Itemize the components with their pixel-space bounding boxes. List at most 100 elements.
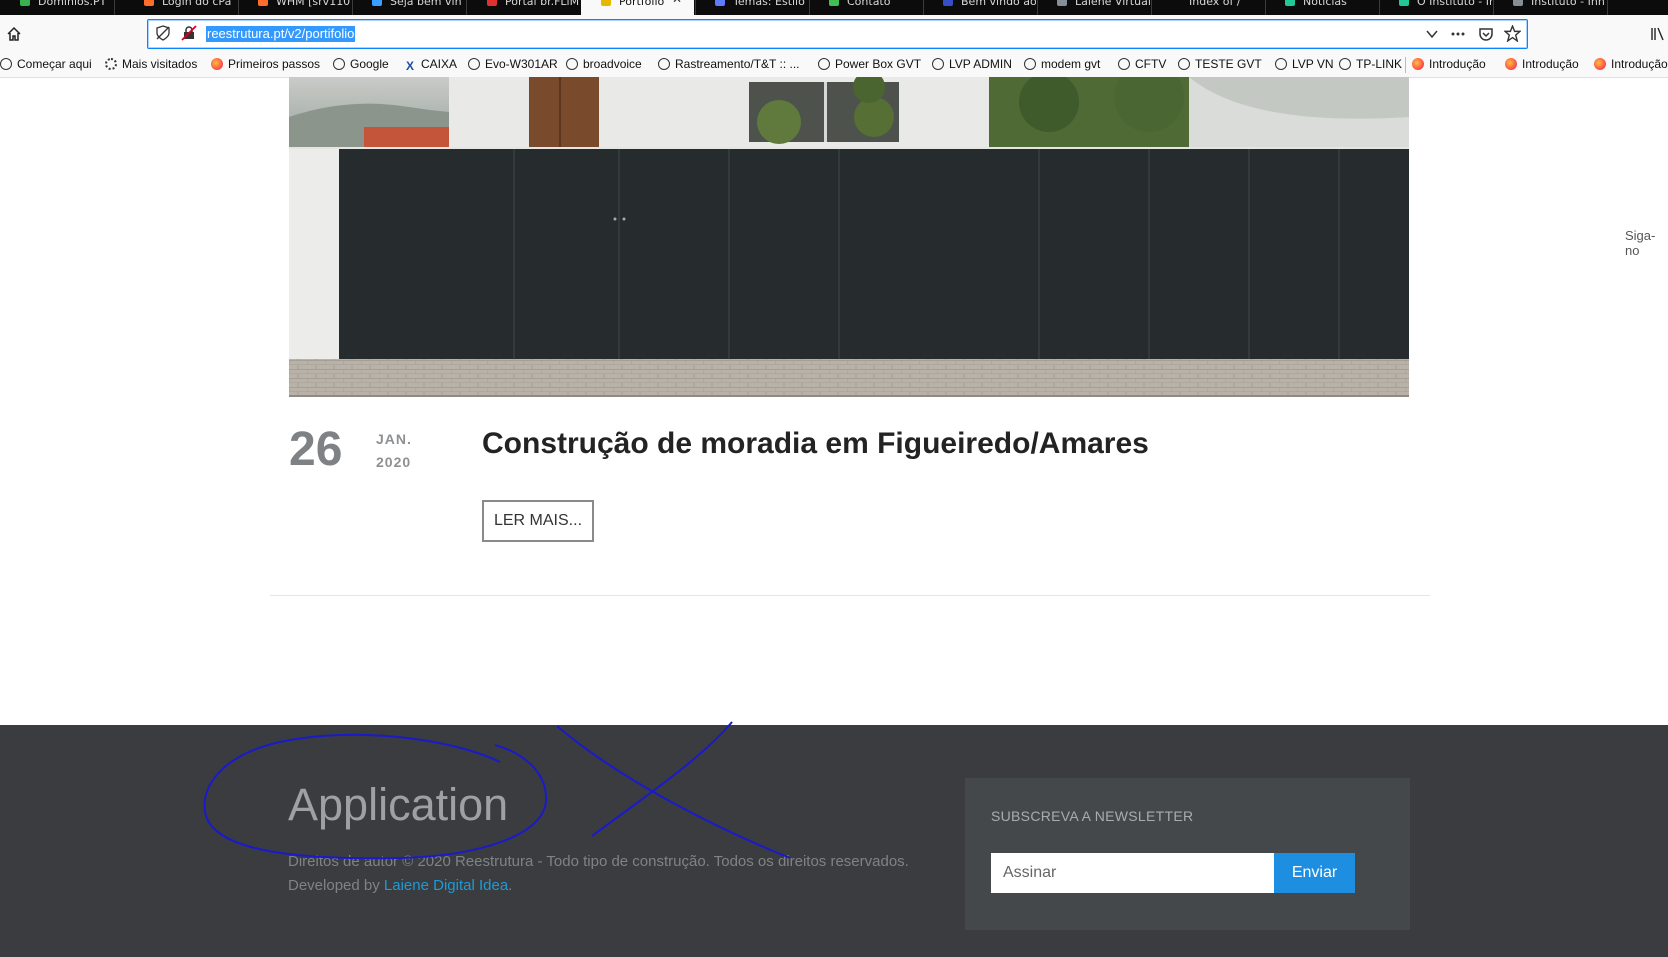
site-footer (0, 725, 1668, 957)
bookmark-item[interactable]: Rastreamento/T&T :: ... (658, 56, 800, 72)
close-tab-icon[interactable]: ✕ (672, 0, 682, 5)
tab-favicon-icon (715, 0, 725, 6)
globe-icon (1118, 58, 1130, 70)
bookmark-item[interactable]: Evo-W301AR (468, 56, 558, 72)
browser-tab[interactable]: O Instituto - In (1379, 0, 1492, 15)
newsletter-submit-button[interactable]: Enviar (1274, 853, 1355, 893)
bookmark-item[interactable]: TESTE GVT (1178, 56, 1262, 72)
divider (270, 595, 1430, 596)
tab-label: Seja bem vin (390, 0, 462, 8)
url-text[interactable]: reestrutura.pt/v2/portifolio (206, 26, 356, 42)
tab-strip: Domínios.PT Login do cPa WHM [srv110 Seja b… (0, 0, 1668, 15)
tab-favicon-icon (601, 0, 611, 6)
bookmark-label: broadvoice (583, 57, 642, 71)
chevron-down-icon[interactable] (1425, 27, 1439, 41)
globe-icon (1024, 58, 1036, 70)
tab-favicon-icon (1171, 0, 1181, 6)
bookmark-label: CFTV (1135, 57, 1167, 71)
browser-tab[interactable]: Temas: Estilo (695, 0, 808, 15)
browser-tab[interactable]: Contato (809, 0, 922, 15)
tab-favicon-icon (20, 0, 30, 6)
firefox-icon (1505, 58, 1517, 70)
bookmark-star-icon[interactable] (1504, 25, 1521, 42)
bookmark-label: Introdução (1429, 57, 1486, 71)
bookmark-label: CAIXA (421, 57, 458, 71)
bookmark-label: LVP ADMIN (949, 57, 1012, 71)
footer-app-title: Application (288, 779, 509, 830)
insecure-lock-icon[interactable] (181, 25, 197, 41)
bookmark-item[interactable]: LVP VN (1275, 56, 1334, 72)
tab-favicon-icon (1285, 0, 1295, 6)
house-photo (289, 77, 1409, 397)
browser-tab[interactable]: Laiene Virtual (1037, 0, 1150, 15)
tab-favicon-icon (943, 0, 953, 6)
browser-tab[interactable]: Domínios.PT (0, 0, 113, 15)
bookmark-label: Introdução (1522, 57, 1579, 71)
globe-icon (932, 58, 944, 70)
bookmark-item[interactable]: Começar aqui (0, 56, 92, 72)
tab-favicon-icon (258, 0, 268, 6)
tracking-protection-icon[interactable] (155, 25, 171, 41)
developer-link[interactable]: Laiene Digital Idea (384, 877, 508, 894)
bookmark-item[interactable]: CFTV (1118, 56, 1166, 72)
bookmark-item[interactable]: broadvoice (566, 56, 642, 72)
bookmark-item[interactable]: Primeiros passos (211, 56, 320, 72)
follow-us-text: Siga-no (1625, 228, 1656, 258)
globe-icon (1178, 58, 1190, 70)
bookmark-label: Rastreamento/T&T :: ... (675, 57, 800, 71)
browser-tab[interactable]: Portal br.FLiM (467, 0, 580, 15)
bookmark-item[interactable]: Introdução (1505, 56, 1579, 72)
bookmark-item[interactable]: TP-LINK (1339, 56, 1402, 72)
bookmark-item[interactable]: Introdução (1594, 56, 1668, 72)
bookmark-label: Power Box GVT (835, 57, 922, 71)
newsletter-email-input[interactable] (991, 853, 1274, 893)
bookmark-label: TESTE GVT (1195, 57, 1262, 71)
browser-tab[interactable]: Instituto - Inn (1493, 0, 1606, 15)
bookmark-item[interactable]: Introdução (1412, 56, 1486, 72)
bookmark-item[interactable]: X CAIXA (404, 56, 457, 72)
browser-tab[interactable]: Index of / (1151, 0, 1264, 15)
footer-copyright: Direitos de autor © 2020 Reestrutura - T… (288, 853, 909, 870)
firefox-icon (1412, 58, 1424, 70)
more-options-icon[interactable] (1450, 27, 1466, 41)
bookmark-item[interactable]: Google (333, 56, 389, 72)
bookmark-item[interactable]: modem gvt (1024, 56, 1100, 72)
bookmark-label: Primeiros passos (228, 57, 321, 71)
tab-separator (114, 0, 115, 15)
bookmark-label: LVP VN (1292, 57, 1334, 71)
browser-tab[interactable]: Bem vindo ao (923, 0, 1036, 15)
tab-label: Laiene Virtual (1075, 0, 1150, 8)
globe-icon (566, 58, 578, 70)
post-title[interactable]: Construção de moradia em Figueiredo/Amar… (482, 425, 1149, 463)
menu-icon[interactable] (1650, 26, 1666, 42)
browser-tab[interactable]: Login do cPa (124, 0, 237, 15)
post-date-day: 26 (289, 423, 343, 476)
browser-tab[interactable]: Notícias (1265, 0, 1378, 15)
read-more-button[interactable]: LER MAIS... (482, 500, 594, 542)
browser-tab[interactable]: WHM [srv110 (238, 0, 351, 15)
globe-icon (468, 58, 480, 70)
post-featured-image[interactable] (289, 77, 1409, 397)
tab-label: Notícias (1303, 0, 1347, 8)
bookmark-item[interactable]: LVP ADMIN (932, 56, 1012, 72)
tab-label: Temas: Estilo (733, 0, 805, 8)
globe-icon (818, 58, 830, 70)
tab-favicon-icon (1399, 0, 1409, 6)
home-icon[interactable] (6, 26, 22, 42)
tab-favicon-icon (487, 0, 497, 6)
bookmark-label: modem gvt (1041, 57, 1101, 71)
tab-favicon-icon (144, 0, 154, 6)
tab-favicon-icon (1057, 0, 1067, 6)
pocket-icon[interactable] (1478, 26, 1494, 42)
tab-separator (1607, 0, 1608, 15)
tab-label: Portfólio (619, 0, 665, 8)
tab-label: Bem vindo ao (961, 0, 1036, 8)
tab-label: Instituto - Inn (1531, 0, 1605, 8)
bookmark-item[interactable]: Mais visitados (105, 56, 197, 72)
caixa-icon: X (405, 59, 414, 73)
tab-label: WHM [srv110 (276, 0, 351, 8)
tab-label: Login do cPa (162, 0, 232, 8)
browser-tab[interactable]: Portfólio ✕ (581, 0, 694, 15)
browser-tab[interactable]: Seja bem vin (352, 0, 465, 15)
bookmark-item[interactable]: Power Box GVT (818, 56, 921, 72)
